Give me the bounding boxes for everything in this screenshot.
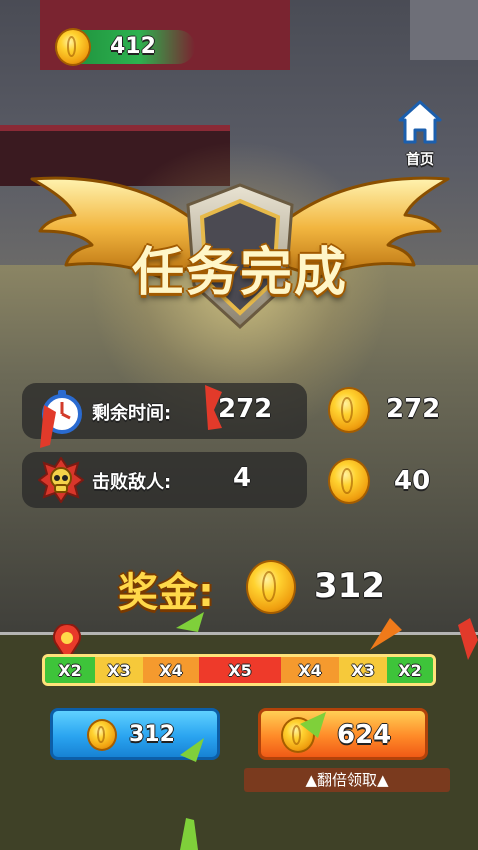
confetti: [40, 385, 478, 850]
